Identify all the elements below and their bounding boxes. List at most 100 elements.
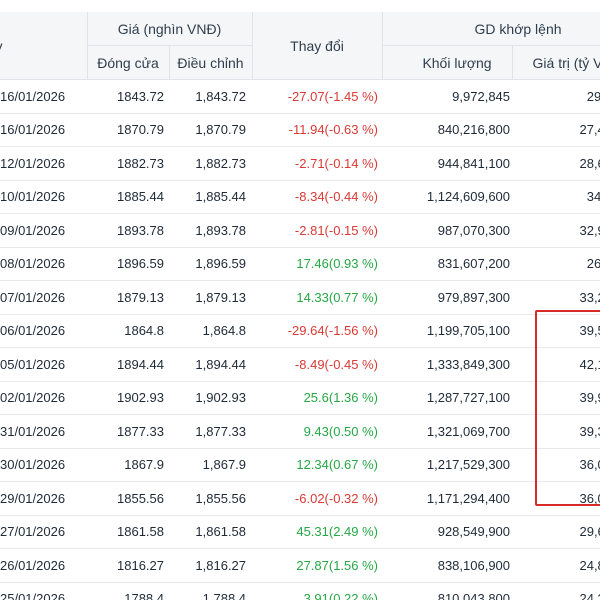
header-volume[interactable]: Khối lượng: [382, 45, 513, 80]
cell-adjusted: 1,855.56: [169, 481, 253, 516]
table-row[interactable]: 09/01/2026 1893.78 1,893.78 -2.81(-0.15 %) 9…: [0, 213, 600, 248]
cell-adjusted: 1,879.13: [169, 280, 253, 315]
cell-date: 07/01/2026: [0, 280, 87, 315]
cell-change: 17.46(0.93 %): [252, 247, 383, 281]
table-row[interactable]: 27/01/2026 1861.58 1,861.58 45.31(2.49 %) 92…: [0, 515, 600, 549]
cell-value: 26,4: [512, 247, 600, 281]
header-date[interactable]: Ngày: [0, 12, 88, 80]
cell-volume: 838,106,900: [382, 548, 513, 583]
cell-close: 1894.44: [87, 347, 169, 382]
table-row[interactable]: 30/01/2026 1867.9 1,867.9 12.34(0.67 %) 1,21…: [0, 448, 600, 482]
cell-volume: 840,216,800: [382, 113, 513, 147]
cell-adjusted: 1,843.72: [169, 79, 253, 114]
cell-value: 29,2: [512, 79, 600, 114]
cell-close: 1870.79: [87, 113, 169, 147]
table-row[interactable]: 31/01/2026 1877.33 1,877.33 9.43(0.50 %) 1,3…: [0, 414, 600, 449]
cell-change: -27.07(-1.45 %): [252, 79, 383, 114]
cell-change: 45.31(2.49 %): [252, 515, 383, 549]
cell-change: -8.49(-0.45 %): [252, 347, 383, 382]
cell-date: 02/01/2026: [0, 381, 87, 415]
cell-close: 1788.4: [87, 582, 169, 600]
cell-date: 30/01/2026: [0, 448, 87, 482]
cell-volume: 987,070,300: [382, 213, 513, 248]
cell-value: 42,19: [512, 347, 600, 382]
cell-adjusted: 1,816.27: [169, 548, 253, 583]
cell-adjusted: 1,893.78: [169, 213, 253, 248]
cell-change: 12.34(0.67 %): [252, 448, 383, 482]
cell-volume: 1,333,849,300: [382, 347, 513, 382]
cell-change: -11.94(-0.63 %): [252, 113, 383, 147]
cell-date: 06/01/2026: [0, 314, 87, 348]
cell-value: 33,26: [512, 280, 600, 315]
table-row[interactable]: 02/01/2026 1902.93 1,902.93 25.6(1.36 %) 1,2…: [0, 381, 600, 415]
table-body: 16/01/2026 1843.72 1,843.72 -27.07(-1.45 %)…: [0, 79, 600, 600]
cell-value: 24,82: [512, 548, 600, 583]
cell-adjusted: 1,882.73: [169, 146, 253, 181]
cell-change: -2.81(-0.15 %): [252, 213, 383, 248]
cell-value: 39,96: [512, 381, 600, 415]
cell-volume: 9,972,845: [382, 79, 513, 114]
cell-date: 16/01/2026: [0, 113, 87, 147]
header-close[interactable]: Đóng cửa: [87, 45, 170, 80]
cell-change: 3.91(0.22 %): [252, 582, 383, 600]
cell-close: 1885.44: [87, 180, 169, 214]
table-row[interactable]: 12/01/2026 1882.73 1,882.73 -2.71(-0.14 %) 9…: [0, 146, 600, 181]
cell-date: 05/01/2026: [0, 347, 87, 382]
market-history-viewport: Ngày Giá (nghìn VNĐ) Thay đổi GD khớp lệ…: [0, 0, 600, 600]
cell-date: 27/01/2026: [0, 515, 87, 549]
price-history-table: Ngày Giá (nghìn VNĐ) Thay đổi GD khớp lệ…: [0, 12, 600, 600]
cell-close: 1843.72: [87, 79, 169, 114]
table-row[interactable]: 16/01/2026 1870.79 1,870.79 -11.94(-0.63 %)…: [0, 113, 600, 147]
table-row[interactable]: 05/01/2026 1894.44 1,894.44 -8.49(-0.45 %) 1…: [0, 347, 600, 382]
table-row[interactable]: 07/01/2026 1879.13 1,879.13 14.33(0.77 %) 97…: [0, 280, 600, 315]
cell-change: 27.87(1.56 %): [252, 548, 383, 583]
table-row[interactable]: 16/01/2026 1843.72 1,843.72 -27.07(-1.45 %)…: [0, 79, 600, 114]
cell-close: 1816.27: [87, 548, 169, 583]
cell-value: 27,40: [512, 113, 600, 147]
cell-value: 39,51: [512, 314, 600, 348]
cell-value: 28,67: [512, 146, 600, 181]
cell-value: 39,34: [512, 414, 600, 449]
cell-change: 25.6(1.36 %): [252, 381, 383, 415]
cell-close: 1855.56: [87, 481, 169, 516]
cell-volume: 928,549,900: [382, 515, 513, 549]
cell-adjusted: 1,864.8: [169, 314, 253, 348]
cell-volume: 1,199,705,100: [382, 314, 513, 348]
header-matched-group: GD khớp lệnh: [382, 12, 600, 46]
table-row[interactable]: 25/01/2026 1788.4 1,788.4 3.91(0.22 %) 810,0…: [0, 582, 600, 600]
cell-volume: 810,043,800: [382, 582, 513, 600]
cell-date: 08/01/2026: [0, 247, 87, 281]
header-value[interactable]: Giá trị (tỷ VNĐ): [512, 45, 600, 80]
cell-value: 34,5: [512, 180, 600, 214]
cell-date: 12/01/2026: [0, 146, 87, 181]
table-row[interactable]: 29/01/2026 1855.56 1,855.56 -6.02(-0.32 %) 1…: [0, 481, 600, 516]
cell-volume: 831,607,200: [382, 247, 513, 281]
cell-date: 29/01/2026: [0, 481, 87, 516]
table-row[interactable]: 08/01/2026 1896.59 1,896.59 17.46(0.93 %) 83…: [0, 247, 600, 281]
table-row[interactable]: 10/01/2026 1885.44 1,885.44 -8.34(-0.44 %) 1…: [0, 180, 600, 214]
cell-volume: 1,287,727,100: [382, 381, 513, 415]
table-row[interactable]: 26/01/2026 1816.27 1,816.27 27.87(1.56 %) 83…: [0, 548, 600, 583]
cell-volume: 1,321,069,700: [382, 414, 513, 449]
cell-volume: 944,841,100: [382, 146, 513, 181]
cell-close: 1864.8: [87, 314, 169, 348]
cell-adjusted: 1,870.79: [169, 113, 253, 147]
header-adjusted[interactable]: Điều chỉnh: [169, 45, 253, 80]
cell-close: 1902.93: [87, 381, 169, 415]
cell-adjusted: 1,861.58: [169, 515, 253, 549]
cell-adjusted: 1,896.59: [169, 247, 253, 281]
table-header: Ngày Giá (nghìn VNĐ) Thay đổi GD khớp lệ…: [0, 12, 600, 80]
cell-date: 31/01/2026: [0, 414, 87, 449]
cell-adjusted: 1,877.33: [169, 414, 253, 449]
cell-close: 1896.59: [87, 247, 169, 281]
table-row[interactable]: 06/01/2026 1864.8 1,864.8 -29.64(-1.56 %) 1,…: [0, 314, 600, 348]
cell-volume: 1,171,294,400: [382, 481, 513, 516]
cell-close: 1893.78: [87, 213, 169, 248]
cell-adjusted: 1,867.9: [169, 448, 253, 482]
cell-adjusted: 1,885.44: [169, 180, 253, 214]
cell-value: 36,01: [512, 448, 600, 482]
cell-change: -8.34(-0.44 %): [252, 180, 383, 214]
cell-date: 25/01/2026: [0, 582, 87, 600]
cell-adjusted: 1,902.93: [169, 381, 253, 415]
header-change[interactable]: Thay đổi: [252, 12, 383, 80]
